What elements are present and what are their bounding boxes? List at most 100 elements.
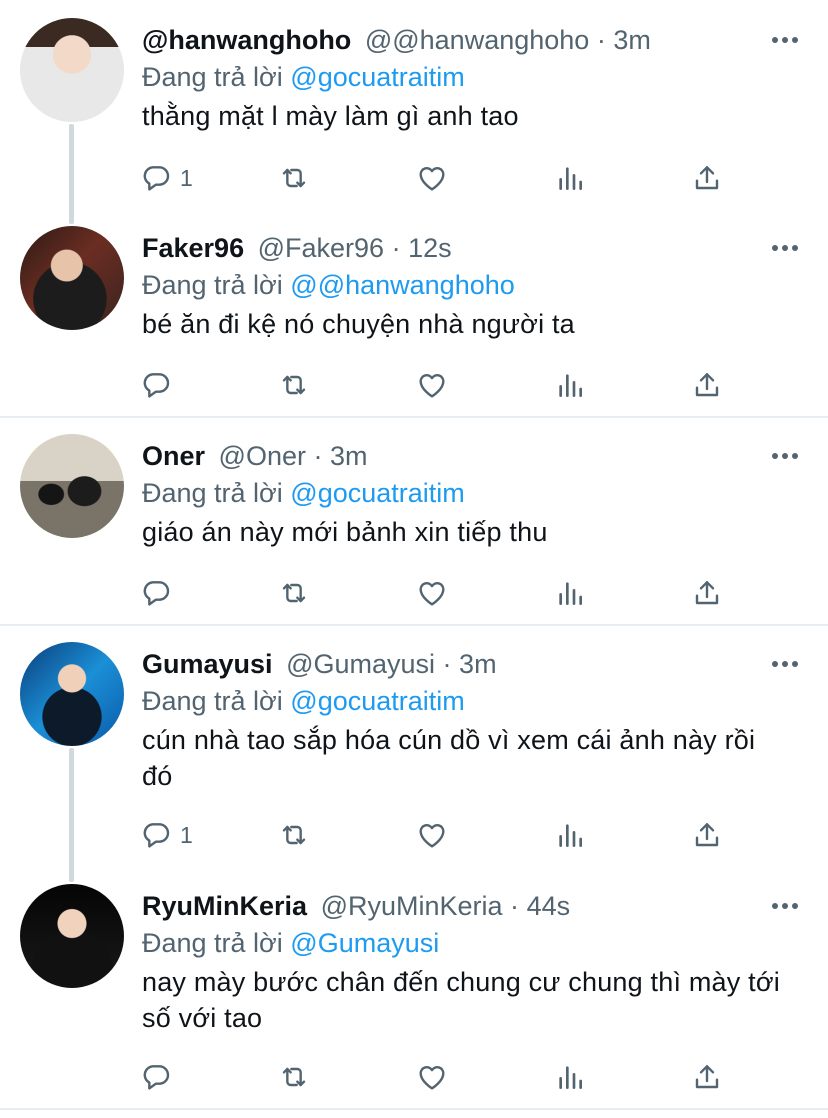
share-button[interactable] xyxy=(691,568,723,618)
share-icon xyxy=(691,162,723,194)
divider xyxy=(0,1108,828,1110)
user-handle[interactable]: @Oner xyxy=(219,441,306,471)
analytics-button[interactable] xyxy=(554,360,586,410)
more-icon[interactable] xyxy=(772,896,798,916)
display-name[interactable]: RyuMinKeria xyxy=(142,891,307,921)
tweet-header: Faker96 @Faker96 · 12s xyxy=(142,228,758,268)
avatar[interactable] xyxy=(20,884,124,988)
divider xyxy=(0,624,828,626)
retweet-button[interactable] xyxy=(278,810,310,860)
analytics-icon xyxy=(554,819,586,851)
analytics-icon xyxy=(554,162,586,194)
user-handle[interactable]: @@hanwanghoho xyxy=(365,25,589,55)
like-button[interactable] xyxy=(416,1052,448,1102)
reply-button[interactable]: 1 xyxy=(140,153,193,203)
timestamp[interactable]: 12s xyxy=(408,233,452,263)
replying-label: Đang trả lời xyxy=(142,928,283,958)
more-icon[interactable] xyxy=(772,238,798,258)
more-icon[interactable] xyxy=(772,446,798,466)
user-handle[interactable]: @RyuMinKeria xyxy=(321,891,503,921)
reply-button[interactable] xyxy=(140,1052,180,1102)
like-button[interactable] xyxy=(416,360,448,410)
avatar[interactable] xyxy=(20,18,124,122)
avatar[interactable] xyxy=(20,434,124,538)
reply-button[interactable] xyxy=(140,568,180,618)
more-icon[interactable] xyxy=(772,30,798,50)
user-handle[interactable]: @Gumayusi xyxy=(286,649,435,679)
reply-icon xyxy=(140,819,172,851)
heart-icon xyxy=(416,819,448,851)
tweet[interactable]: @hanwanghoho @@hanwanghoho · 3m Đang trả… xyxy=(0,18,828,208)
separator-dot: · xyxy=(510,891,520,921)
replying-to: Đang trả lời @gocuatraitim xyxy=(142,58,465,96)
separator-dot: · xyxy=(313,441,323,471)
separator-dot: · xyxy=(391,233,401,263)
retweet-button[interactable] xyxy=(278,568,310,618)
reply-button[interactable]: 1 xyxy=(140,810,193,860)
reply-mention[interactable]: @gocuatraitim xyxy=(290,686,464,716)
tweet[interactable]: Faker96 @Faker96 · 12s Đang trả lời @@ha… xyxy=(0,226,828,416)
replying-to: Đang trả lời @@hanwanghoho xyxy=(142,266,515,304)
timestamp[interactable]: 3m xyxy=(459,649,497,679)
reply-button[interactable] xyxy=(140,360,180,410)
timestamp[interactable]: 44s xyxy=(527,891,571,921)
replying-to: Đang trả lời @gocuatraitim xyxy=(142,474,465,512)
reply-count: 1 xyxy=(180,164,193,191)
tweet-header: RyuMinKeria @RyuMinKeria · 44s xyxy=(142,886,758,926)
display-name[interactable]: Oner xyxy=(142,441,205,471)
avatar[interactable] xyxy=(20,226,124,330)
analytics-icon xyxy=(554,577,586,609)
share-button[interactable] xyxy=(691,360,723,410)
timestamp[interactable]: 3m xyxy=(330,441,368,471)
display-name[interactable]: Gumayusi xyxy=(142,649,273,679)
tweet-text: nay mày bước chân đến chung cư chung thì… xyxy=(142,967,780,1033)
share-button[interactable] xyxy=(691,810,723,860)
replying-label: Đang trả lời xyxy=(142,686,283,716)
share-button[interactable] xyxy=(691,153,723,203)
reply-mention[interactable]: @@hanwanghoho xyxy=(290,270,514,300)
timestamp[interactable]: 3m xyxy=(613,25,651,55)
retweet-icon xyxy=(278,577,310,609)
tweet[interactable]: Gumayusi @Gumayusi · 3m Đang trả lời @go… xyxy=(0,642,828,868)
reply-mention[interactable]: @gocuatraitim xyxy=(290,478,464,508)
replying-to: Đang trả lời @gocuatraitim xyxy=(142,682,465,720)
user-handle[interactable]: @Faker96 xyxy=(258,233,384,263)
replying-label: Đang trả lời xyxy=(142,478,283,508)
replying-label: Đang trả lời xyxy=(142,62,283,92)
reply-mention[interactable]: @gocuatraitim xyxy=(290,62,464,92)
action-bar xyxy=(128,1052,738,1102)
like-button[interactable] xyxy=(416,153,448,203)
share-button[interactable] xyxy=(691,1052,723,1102)
reply-icon xyxy=(140,162,172,194)
like-button[interactable] xyxy=(416,568,448,618)
share-icon xyxy=(691,369,723,401)
like-button[interactable] xyxy=(416,810,448,860)
separator-dot: · xyxy=(596,25,606,55)
heart-icon xyxy=(416,162,448,194)
avatar[interactable] xyxy=(20,642,124,746)
tweet-text: thằng mặt l mày làm gì anh tao xyxy=(142,101,519,131)
tweet[interactable]: Oner @Oner · 3m Đang trả lời @gocuatrait… xyxy=(0,434,828,624)
analytics-button[interactable] xyxy=(554,810,586,860)
analytics-button[interactable] xyxy=(554,153,586,203)
reply-mention[interactable]: @Gumayusi xyxy=(290,928,439,958)
retweet-icon xyxy=(278,369,310,401)
analytics-icon xyxy=(554,369,586,401)
tweet-text: giáo án này mới bảnh xin tiếp thu xyxy=(142,517,548,547)
retweet-button[interactable] xyxy=(278,360,310,410)
retweet-button[interactable] xyxy=(278,1052,310,1102)
action-bar: 1 xyxy=(128,810,738,860)
tweet[interactable]: RyuMinKeria @RyuMinKeria · 44s Đang trả … xyxy=(0,884,828,1110)
replying-to: Đang trả lời @Gumayusi xyxy=(142,924,439,962)
analytics-button[interactable] xyxy=(554,568,586,618)
retweet-button[interactable] xyxy=(278,153,310,203)
share-icon xyxy=(691,819,723,851)
separator-dot: · xyxy=(442,649,452,679)
heart-icon xyxy=(416,577,448,609)
display-name[interactable]: Faker96 xyxy=(142,233,244,263)
display-name[interactable]: @hanwanghoho xyxy=(142,25,351,55)
heart-icon xyxy=(416,1061,448,1093)
analytics-button[interactable] xyxy=(554,1052,586,1102)
more-icon[interactable] xyxy=(772,654,798,674)
reply-icon xyxy=(140,577,172,609)
